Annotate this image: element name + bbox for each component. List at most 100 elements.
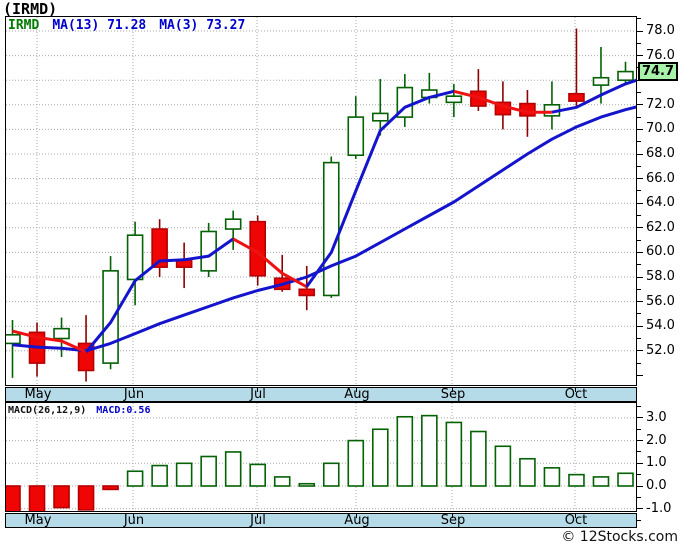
macd-bar [28,485,46,518]
price-axis-label: 70.0 [646,121,675,137]
macd-axis: 3.0 2.0 1.0 0.0 -1.0 [637,402,680,521]
macd-axis-tick [637,508,643,510]
price-axis-label: 60.0 [646,244,675,260]
macd-pane: MACD(26,12,9) MACD:0.56 [4,402,637,518]
price-axis-tick [637,264,641,266]
price-axis-label: 54.0 [646,318,675,334]
ticker-symbol-label: IRMD [8,18,40,33]
candle-body [224,218,242,230]
ma3-legend-label: MA(3) 73.27 [159,18,246,33]
price-axis-tick [637,128,643,130]
candle [445,83,463,118]
candle [151,219,168,277]
macd-bar [224,451,242,487]
stock-chart-page: (IRMD) IRMD MA(13) 71.28 MA(3) 73.27 78.… [0,0,680,546]
month-axis-bottom: May Jun Jul Aug Sep Oct [5,513,637,528]
macd-bar [347,439,365,487]
macd-axis-label: -1.0 [646,500,672,516]
month-label: May [24,387,52,402]
price-axis-label: 56.0 [646,293,675,309]
macd-pane-frame [5,402,637,512]
price-axis-tick [637,251,643,253]
price-axis-tick [637,276,643,278]
macd-bar [4,485,21,517]
month-label: Sep [440,513,466,528]
price-axis-tick [637,338,641,339]
candle-body [126,234,144,281]
candle [200,222,217,277]
price-axis-tick [637,190,641,192]
price-axis-label: 68.0 [646,146,675,161]
price-axis-label: 64.0 [646,195,675,211]
macd-bar [322,462,340,487]
macd-bar [249,463,266,487]
macd-axis-label: 1.0 [646,455,667,471]
month-label: Jul [250,387,266,402]
candle [347,96,365,159]
price-axis-tick [637,92,641,93]
macd-axis-label: 2.0 [646,432,667,448]
macd-axis-label: 3.0 [646,409,667,425]
macd-axis-tick [637,451,641,453]
macd-bar [53,485,70,509]
candle-body [347,116,365,157]
price-axis-tick [637,30,643,32]
macd-bar [77,485,95,511]
price-axis-label: 62.0 [646,219,675,235]
price-axis-tick [637,42,641,44]
price-axis-tick [637,227,643,229]
candle-body [592,76,610,86]
month-label: Aug [344,387,370,402]
price-axis-tick [637,362,641,364]
price-axis-tick [637,116,641,118]
month-label: May [24,513,52,528]
macd-axis-tick [637,474,641,476]
candle [298,265,316,311]
candle-body [322,161,340,297]
month-label: Jul [250,513,266,528]
price-pane-frame [5,16,637,386]
macd-axis-tick [637,417,643,419]
candle [322,156,340,298]
macd-axis-tick [637,519,641,521]
price-axis-tick [637,215,641,216]
macd-bar [543,467,561,487]
month-label: Oct [564,513,588,528]
macd-bar [273,476,291,487]
macd-axis-label: 0.0 [646,478,667,493]
candle-body [102,270,119,364]
candle-body [371,112,389,122]
price-axis-tick [637,55,643,57]
price-axis-label: 78.0 [646,23,675,38]
candle [568,28,585,107]
macd-bar [298,482,316,487]
price-axis-tick [637,239,641,241]
price-axis-tick [637,141,641,143]
macd-bar [371,428,389,487]
macd-legend: MACD(26,12,9) MACD:0.56 [8,405,150,416]
macd-value-label: MACD:0.56 [96,405,151,416]
price-axis-tick [637,165,641,167]
month-label: Sep [440,387,466,402]
macd-bar [175,462,193,487]
macd-histogram-chart [4,402,637,518]
macd-axis-tick [637,428,641,430]
copyright-watermark: © 12Stocks.com [561,529,678,545]
candle-body [568,92,585,102]
price-axis-tick [637,301,643,303]
last-price-badge: 74.7 [638,62,678,82]
price-axis-label: 52.0 [646,342,675,358]
macd-bar [445,421,463,487]
macd-bar [470,430,487,487]
price-chart-pane: IRMD MA(13) 71.28 MA(3) 73.27 [4,16,641,386]
month-label: Aug [344,513,370,528]
price-chart-legend: IRMD MA(13) 71.28 MA(3) 73.27 [8,18,245,33]
price-axis-label: 66.0 [646,170,675,186]
candle-body [617,70,634,81]
candle [126,221,144,306]
price-axis-tick [637,104,643,106]
macd-bar [592,476,610,487]
month-label: Jun [123,513,145,528]
price-axis-tick [637,313,641,315]
candle [617,61,634,83]
